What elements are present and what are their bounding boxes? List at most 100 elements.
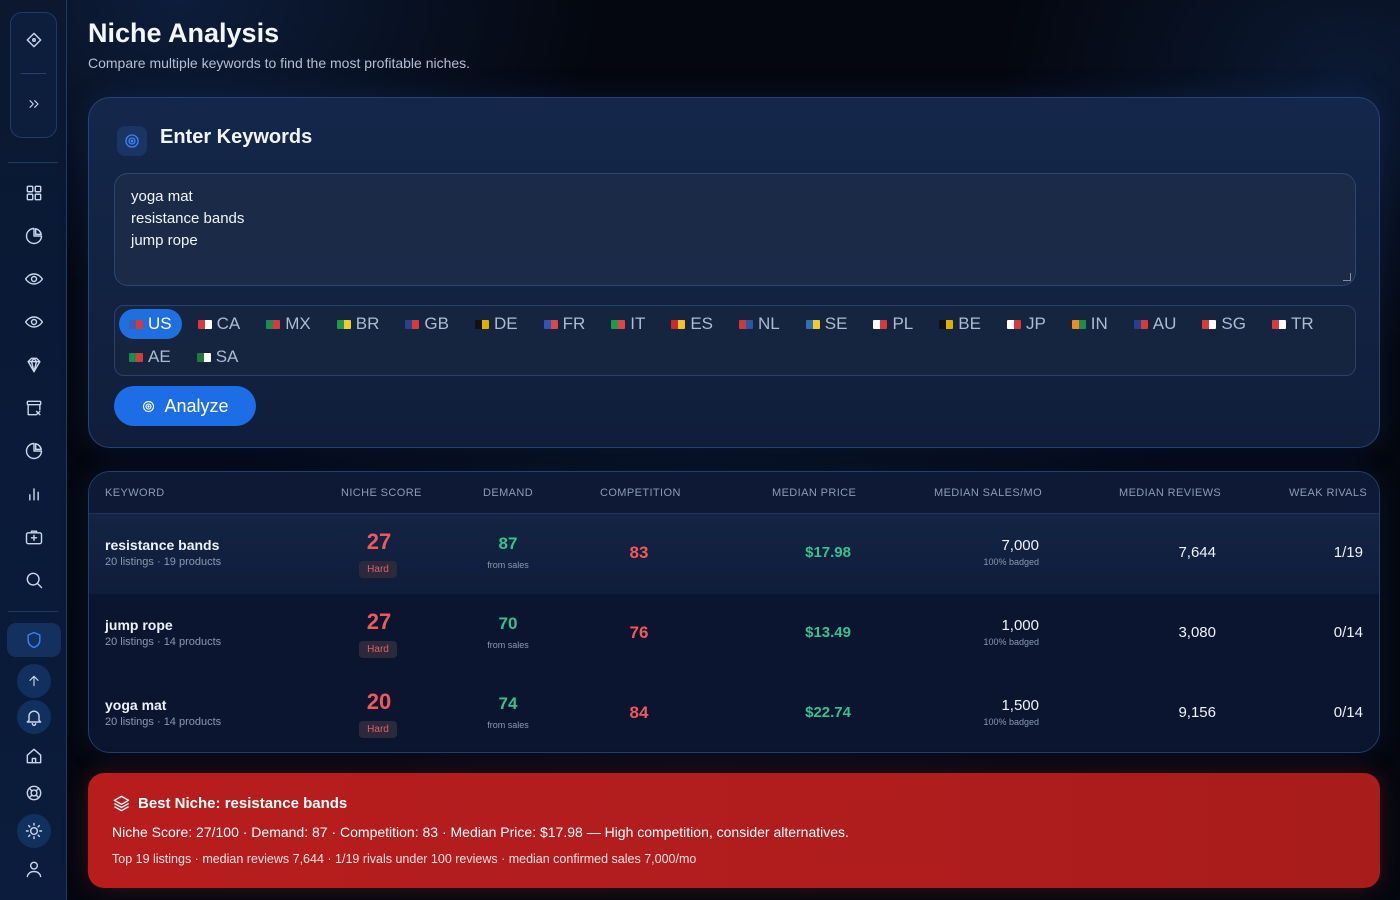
briefcase-plus-icon[interactable] <box>14 520 54 554</box>
median-sales: 1,500 <box>1001 697 1039 714</box>
competition-value: 83 <box>629 543 649 562</box>
analyze-button[interactable]: Analyze <box>114 386 256 426</box>
market-chip-sa[interactable]: SA <box>187 342 249 372</box>
market-code: SE <box>824 314 848 333</box>
median-sales: 1,000 <box>1001 617 1039 634</box>
market-chip-sg[interactable]: SG <box>1192 309 1256 339</box>
market-chip-jp[interactable]: JP <box>997 309 1056 339</box>
lifebuoy-icon[interactable] <box>14 776 54 810</box>
arrow-up-icon[interactable] <box>17 664 51 698</box>
demand-value: 70 <box>498 614 518 633</box>
market-code: AU <box>1152 314 1177 333</box>
pie-chart-icon[interactable] <box>14 219 54 253</box>
weak-rivals: 0/14 <box>1333 624 1363 641</box>
demand-source: from sales <box>487 720 529 730</box>
box-remove-icon[interactable] <box>14 391 54 425</box>
market-code: IN <box>1090 314 1108 333</box>
market-chip-de[interactable]: DE <box>465 309 528 339</box>
flag-icon <box>611 319 626 329</box>
eye-icon[interactable] <box>14 262 54 296</box>
flag-icon <box>336 319 351 329</box>
chevrons-right-icon[interactable] <box>14 87 54 121</box>
market-chip-in[interactable]: IN <box>1062 309 1118 339</box>
market-chip-mx[interactable]: MX <box>256 309 321 339</box>
market-chip-au[interactable]: AU <box>1124 309 1187 339</box>
market-code: MX <box>285 314 311 333</box>
home-icon[interactable] <box>14 739 54 773</box>
market-code: CA <box>216 314 241 333</box>
market-code: NL <box>758 314 780 333</box>
gem-icon[interactable] <box>14 348 54 382</box>
resize-handle[interactable] <box>1343 273 1351 281</box>
market-code: SG <box>1221 314 1246 333</box>
market-code: IT <box>630 314 646 333</box>
market-chip-be[interactable]: BE <box>929 309 991 339</box>
median-price: $13.49 <box>805 624 851 641</box>
keywords-textarea[interactable]: yoga mat resistance bands jump rope <box>114 173 1356 286</box>
results-table: KEYWORD NICHE SCORE DEMAND COMPETITION M… <box>88 471 1380 753</box>
market-code: GB <box>424 314 449 333</box>
flag-icon <box>129 352 143 362</box>
best-niche-title: Best Niche: resistance bands <box>138 795 348 812</box>
column-header[interactable]: COMPETITION <box>600 487 681 499</box>
market-chip-es[interactable]: ES <box>661 309 723 339</box>
market-chip-pl[interactable]: PL <box>863 309 923 339</box>
best-niche-banner: Best Niche: resistance bands Niche Score… <box>88 773 1380 888</box>
sales-badged: 100% badged <box>983 637 1039 647</box>
flag-icon <box>1071 319 1086 329</box>
best-niche-details: Top 19 listings · median reviews 7,644 ·… <box>112 852 697 866</box>
flag-icon <box>939 319 954 329</box>
column-header[interactable]: MEDIAN REVIEWS <box>1119 487 1221 499</box>
market-chip-fr[interactable]: FR <box>534 309 596 339</box>
table-row[interactable]: jump rope 20 listings · 14 products 27 Hard… <box>89 594 1379 674</box>
target-icon <box>143 400 155 412</box>
analyze-label: Analyze <box>164 395 229 416</box>
difficulty-badge: Hard <box>359 561 397 578</box>
market-selector: US CA MX BR GB DE FR IT ES NL SE PL BE JP IN AU SG TR AE SA <box>114 305 1356 376</box>
niche-score: 27 <box>366 529 392 554</box>
market-chip-ca[interactable]: CA <box>188 309 251 339</box>
niche-score: 27 <box>366 609 392 634</box>
demand-value: 87 <box>498 534 518 553</box>
user-icon[interactable] <box>14 852 54 886</box>
market-chip-se[interactable]: SE <box>796 309 858 339</box>
market-code: US <box>148 314 172 333</box>
column-header[interactable]: DEMAND <box>483 487 533 499</box>
median-reviews: 9,156 <box>1178 704 1216 721</box>
pie-chart-icon[interactable] <box>14 434 54 468</box>
column-header[interactable]: KEYWORD <box>105 487 165 499</box>
best-niche-summary: Niche Score: 27/100 · Demand: 87 · Compe… <box>112 824 849 840</box>
demand-value: 74 <box>498 694 518 713</box>
table-row[interactable]: yoga mat 20 listings · 14 products 20 Hard 7… <box>89 674 1379 752</box>
bar-chart-icon[interactable] <box>14 477 54 511</box>
column-header[interactable]: MEDIAN SALES/MO <box>934 487 1042 499</box>
niche-score: 20 <box>366 689 392 714</box>
market-chip-gb[interactable]: GB <box>395 309 459 339</box>
market-chip-tr[interactable]: TR <box>1262 309 1324 339</box>
diamond-icon[interactable] <box>14 23 54 57</box>
bell-icon[interactable] <box>17 700 51 734</box>
market-chip-nl[interactable]: NL <box>729 309 790 339</box>
market-chip-us[interactable]: US <box>119 309 182 339</box>
column-header[interactable]: MEDIAN PRICE <box>772 487 856 499</box>
market-code: DE <box>493 314 518 333</box>
flag-icon <box>129 319 143 329</box>
market-chip-it[interactable]: IT <box>601 309 655 339</box>
difficulty-badge: Hard <box>359 641 397 658</box>
search-icon[interactable] <box>14 563 54 597</box>
market-chip-br[interactable]: BR <box>327 309 390 339</box>
column-header[interactable]: WEAK RIVALS <box>1289 487 1367 499</box>
grid-icon[interactable] <box>14 176 54 210</box>
market-code: TR <box>1290 314 1314 333</box>
keyword-name: yoga mat <box>105 697 167 713</box>
shield-icon[interactable] <box>7 623 61 657</box>
eye-icon[interactable] <box>14 305 54 339</box>
flag-icon <box>805 319 820 329</box>
sun-icon[interactable] <box>17 814 51 848</box>
market-chip-ae[interactable]: AE <box>119 342 181 372</box>
column-header[interactable]: NICHE SCORE <box>341 487 422 499</box>
sidebar <box>0 0 67 900</box>
layers-icon <box>112 794 131 813</box>
table-row[interactable]: resistance bands 20 listings · 19 product… <box>89 514 1379 594</box>
keyword-line: jump rope <box>131 232 198 249</box>
